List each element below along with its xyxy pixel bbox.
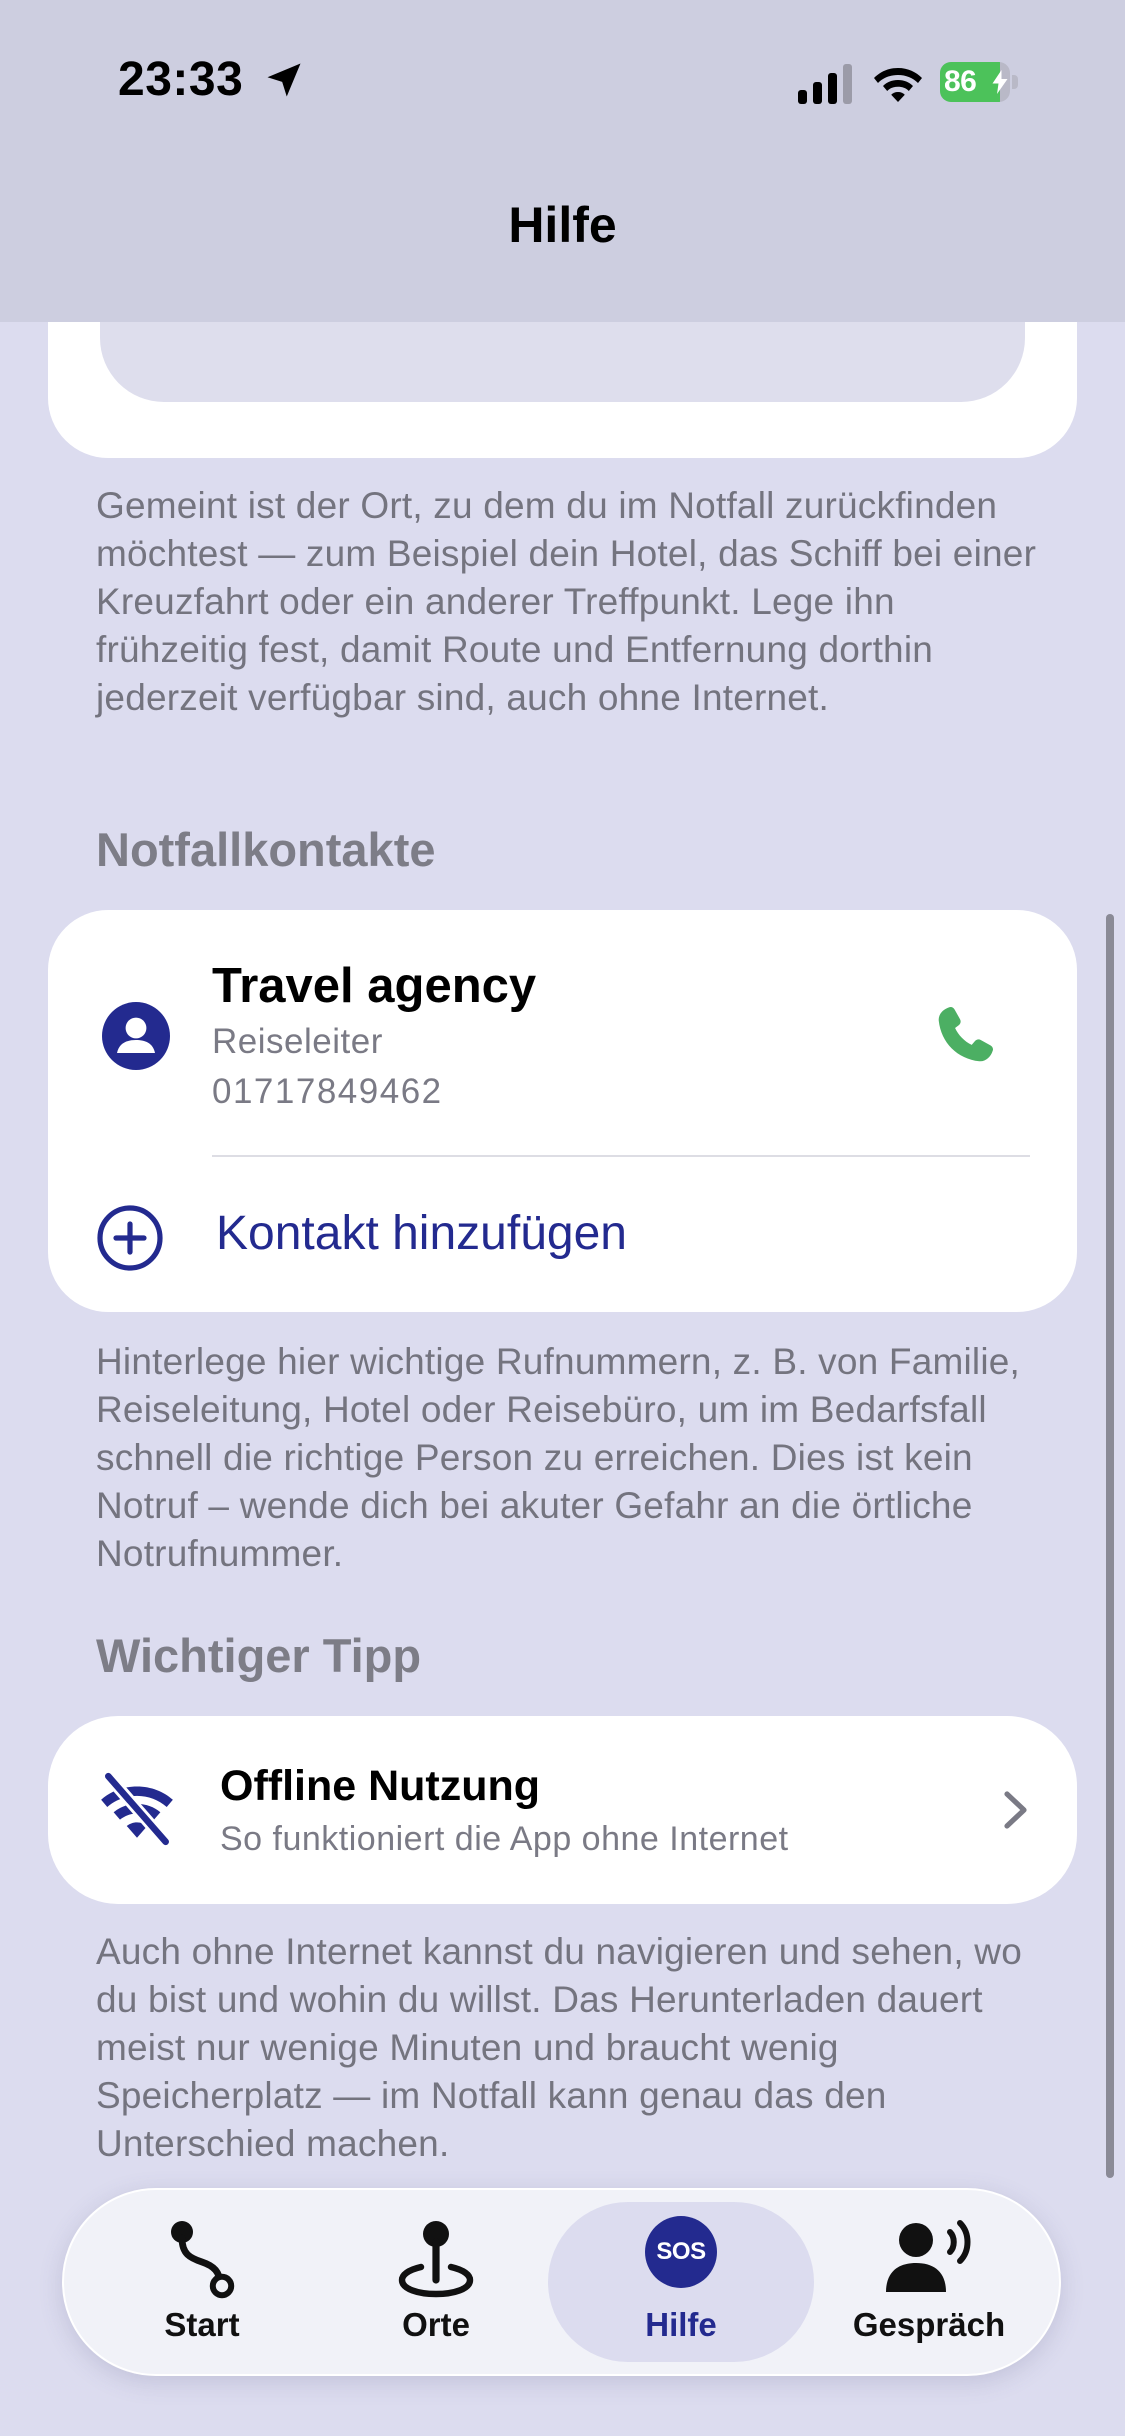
- divider: [212, 1155, 1030, 1157]
- signal-icon: [798, 64, 852, 104]
- wifi-icon: [874, 68, 922, 102]
- tip-subtitle: So funktioniert die App ohne Internet: [220, 1820, 789, 1858]
- tab-gespraech[interactable]: Gespräch: [834, 2190, 1024, 2374]
- tab-orte[interactable]: Orte: [346, 2190, 526, 2374]
- meeting-point-description: Gemeint ist der Ort, zu dem du im Notfal…: [96, 485, 1037, 718]
- contacts-card: Travel agency Reiseleiter 01717849462 Ko…: [48, 910, 1077, 1312]
- tip-description: Auch ohne Internet kannst du navigieren …: [96, 1931, 1022, 2164]
- tab-bar: Start Orte SOS Hilfe Gespräch: [62, 2188, 1061, 2376]
- sos-icon: SOS: [645, 2216, 717, 2288]
- screen: 23:33 86 Hilfe Gemeint ist der Ort, zu d…: [0, 0, 1125, 2436]
- location-arrow-icon: [267, 63, 301, 97]
- contact-role: Reiseleiter: [212, 1022, 383, 1061]
- status-time: 23:33: [118, 53, 244, 106]
- charging-bolt-icon: [992, 70, 1008, 94]
- wifi-off-icon: [101, 1772, 173, 1846]
- contact-name[interactable]: Travel agency: [212, 958, 536, 1014]
- tab-hilfe-label: Hilfe: [645, 2306, 717, 2343]
- tip-title: Offline Nutzung: [220, 1762, 541, 1810]
- add-circle-icon: [97, 1205, 163, 1271]
- tip-heading: Wichtiger Tipp: [96, 1629, 422, 1682]
- offline-usage-row[interactable]: Offline Nutzung So funktioniert die App …: [48, 1716, 1077, 1904]
- person-icon: [102, 1002, 170, 1070]
- navigation-header: 23:33 86 Hilfe: [0, 0, 1125, 322]
- sos-badge: SOS: [645, 2216, 717, 2288]
- chevron-right-icon: [1004, 1791, 1027, 1829]
- phone-icon[interactable]: [930, 1000, 1000, 1070]
- route-icon: [171, 2221, 235, 2299]
- page-title: Hilfe: [508, 197, 617, 253]
- battery-level: 86: [944, 65, 977, 98]
- contacts-description: Hinterlege hier wichtige Rufnummern, z. …: [96, 1341, 1021, 1574]
- map-pin-icon: [398, 2221, 474, 2298]
- battery-icon: 86: [940, 62, 1018, 102]
- speaker-person-icon: [886, 2220, 971, 2292]
- tab-orte-label: Orte: [402, 2306, 470, 2343]
- tab-hilfe[interactable]: SOS Hilfe: [548, 2202, 814, 2362]
- tab-start-label: Start: [164, 2306, 240, 2343]
- add-contact-label: Kontakt hinzufügen: [216, 1207, 627, 1260]
- contact-phone: 01717849462: [212, 1072, 443, 1111]
- add-contact-button[interactable]: Kontakt hinzufügen: [48, 1160, 1077, 1312]
- contacts-heading: Notfallkontakte: [96, 823, 436, 876]
- scrollbar[interactable]: [1106, 914, 1114, 2178]
- tab-start[interactable]: Start: [112, 2190, 292, 2374]
- tab-gespraech-label: Gespräch: [852, 2306, 1006, 2343]
